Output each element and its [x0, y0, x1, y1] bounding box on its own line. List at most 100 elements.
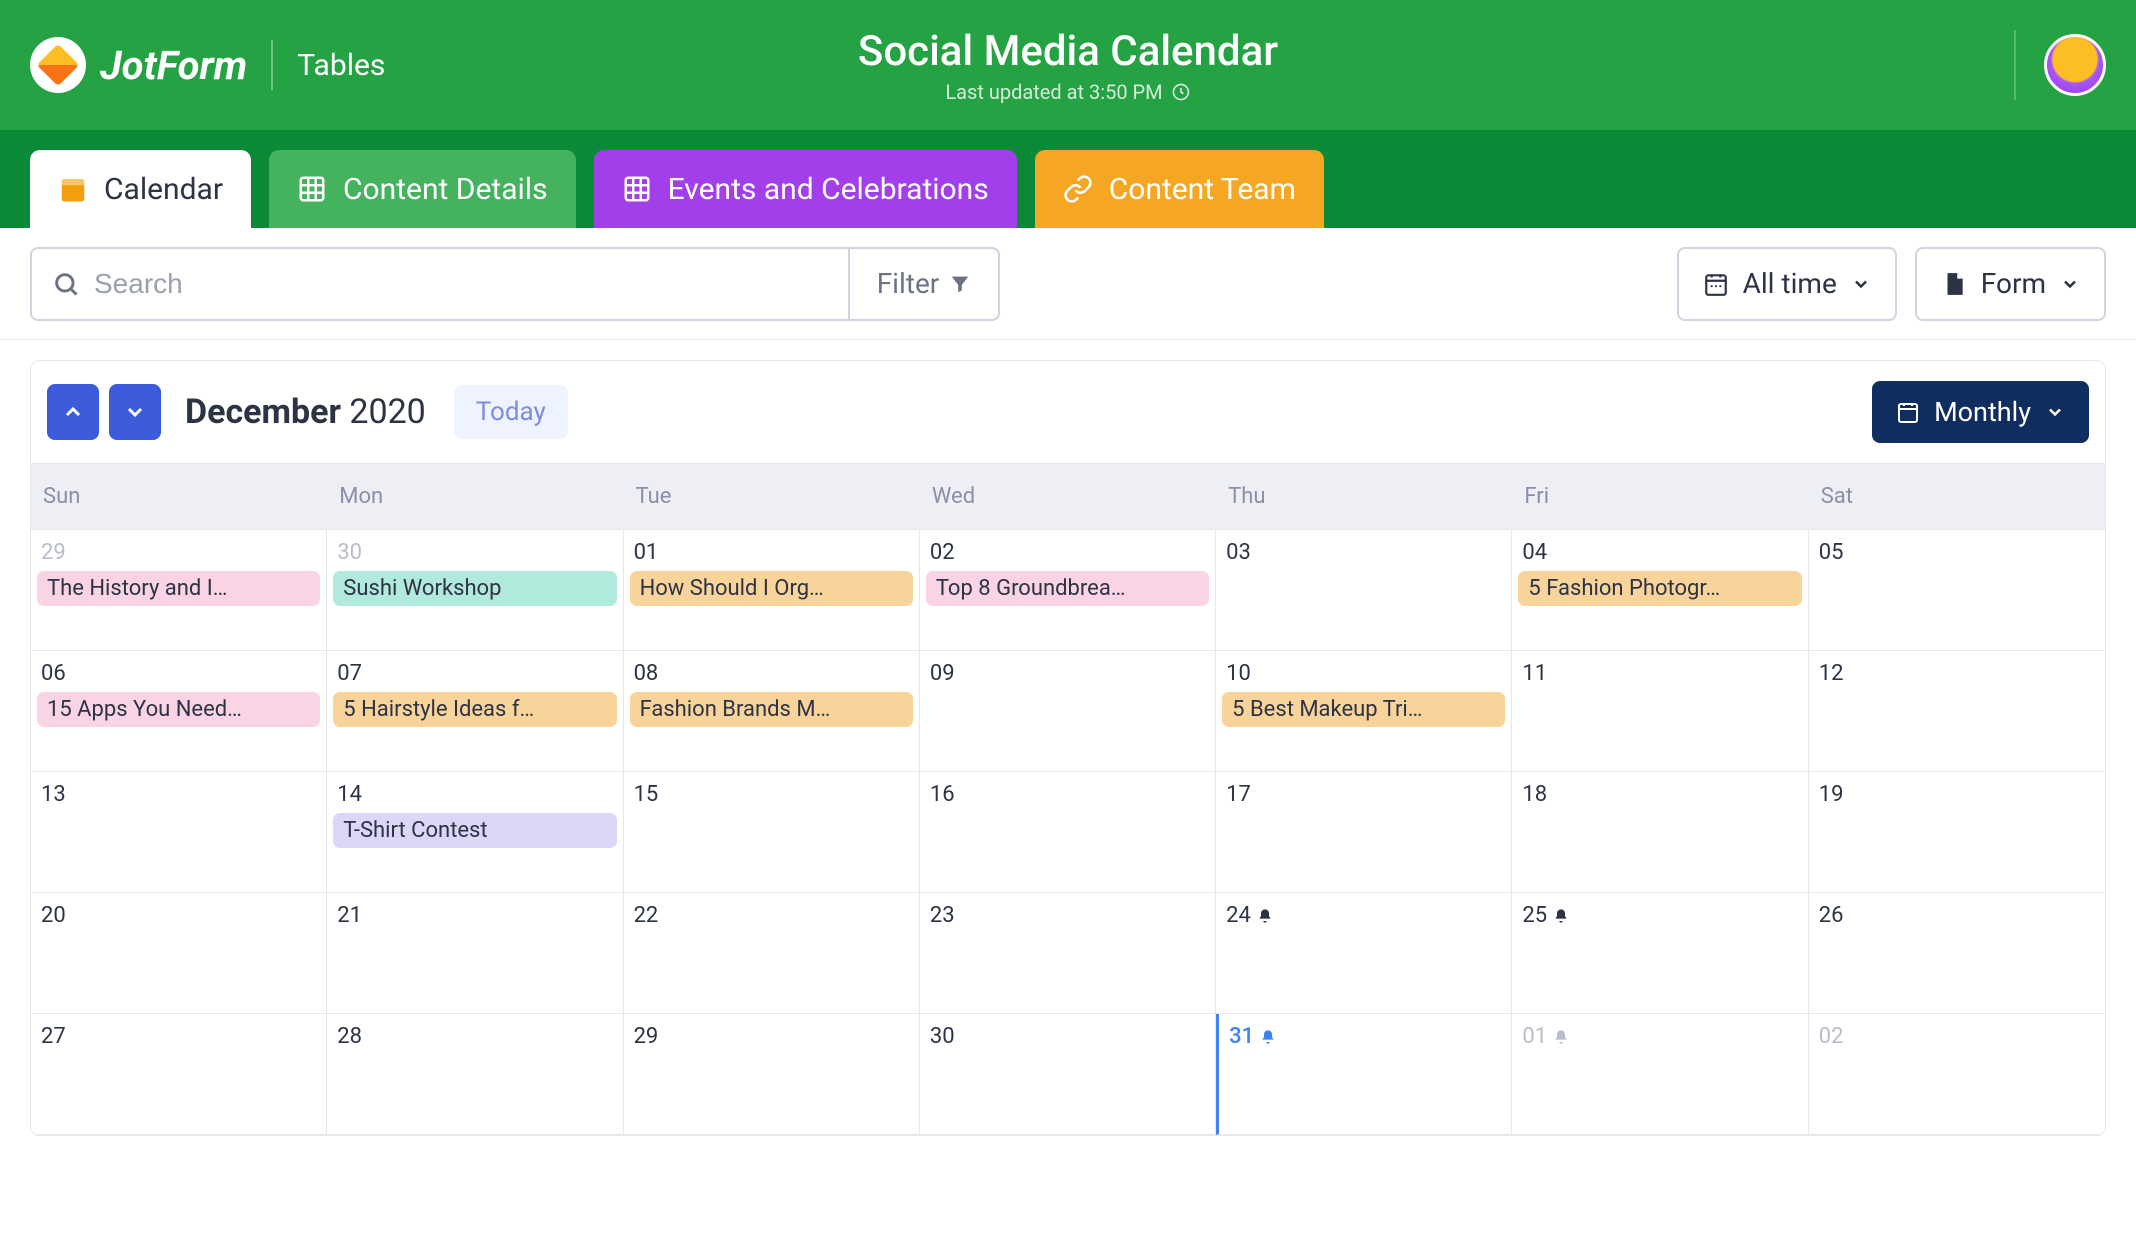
calendar-cell[interactable]: 22 — [624, 893, 920, 1014]
day-number: 09 — [926, 657, 1209, 692]
day-header: Mon — [327, 464, 623, 529]
calendar-cell[interactable]: 105 Best Makeup Tri… — [1216, 651, 1512, 772]
day-number: 20 — [37, 899, 320, 934]
calendar-cell[interactable]: 14T-Shirt Contest — [327, 772, 623, 893]
calendar-cell[interactable]: 18 — [1512, 772, 1808, 893]
calendar-cell[interactable]: 16 — [920, 772, 1216, 893]
calendar-cell[interactable]: 20 — [31, 893, 327, 1014]
day-number: 14 — [333, 778, 616, 813]
calendar-cell[interactable]: 15 — [624, 772, 920, 893]
calendar-cell[interactable]: 28 — [327, 1014, 623, 1135]
tab-calendar[interactable]: Calendar — [30, 150, 251, 228]
calendar-cell[interactable]: 21 — [327, 893, 623, 1014]
event-pill[interactable]: 5 Best Makeup Tri… — [1222, 692, 1505, 727]
day-number: 10 — [1222, 657, 1505, 692]
day-header: Sun — [31, 464, 327, 529]
prev-month-button[interactable] — [47, 384, 99, 440]
event-pill[interactable]: Top 8 Groundbrea… — [926, 571, 1209, 606]
bell-icon — [1553, 908, 1569, 924]
tab-content-team-label: Content Team — [1109, 172, 1296, 207]
event-pill[interactable]: 5 Fashion Photogr… — [1518, 571, 1801, 606]
grid-icon — [297, 174, 327, 204]
calendar-cell[interactable]: 12 — [1809, 651, 2105, 772]
calendar-cell[interactable]: 01How Should I Org… — [624, 530, 920, 651]
calendar-cell[interactable]: 0615 Apps You Need… — [31, 651, 327, 772]
tab-content-team[interactable]: Content Team — [1035, 150, 1324, 228]
calendar-cell[interactable]: 29The History and I… — [31, 530, 327, 651]
calendar-cell[interactable]: 08Fashion Brands M… — [624, 651, 920, 772]
day-number: 01 — [1518, 1020, 1801, 1055]
calendar-cell[interactable]: 05 — [1809, 530, 2105, 651]
event-pill[interactable]: 15 Apps You Need… — [37, 692, 320, 727]
tab-content-details[interactable]: Content Details — [269, 150, 576, 228]
logo-text: JotForm — [100, 42, 247, 89]
day-number: 07 — [333, 657, 616, 692]
calendar-grid-icon — [1703, 271, 1729, 297]
day-number: 15 — [630, 778, 913, 813]
calendar-cell[interactable]: 30Sushi Workshop — [327, 530, 623, 651]
calendar-cell[interactable]: 045 Fashion Photogr… — [1512, 530, 1808, 651]
day-header: Thu — [1216, 464, 1512, 529]
calendar-cell[interactable]: 13 — [31, 772, 327, 893]
calendar-cell[interactable]: 01 — [1512, 1014, 1808, 1135]
event-pill[interactable]: 5 Hairstyle Ideas f… — [333, 692, 616, 727]
calendar-cell[interactable]: 30 — [920, 1014, 1216, 1135]
day-headers: SunMonTueWedThuFriSat — [31, 463, 2105, 530]
bell-icon — [1260, 1029, 1276, 1045]
tab-events[interactable]: Events and Celebrations — [594, 150, 1017, 228]
calendar-cell[interactable]: 17 — [1216, 772, 1512, 893]
calendar-cell[interactable]: 02Top 8 Groundbrea… — [920, 530, 1216, 651]
logo[interactable]: JotForm — [30, 37, 247, 93]
day-number: 03 — [1222, 536, 1505, 571]
day-number: 29 — [37, 536, 320, 571]
calendar-cell[interactable]: 26 — [1809, 893, 2105, 1014]
calendar-cell[interactable]: 31 — [1216, 1014, 1512, 1135]
chevron-down-icon — [2045, 402, 2065, 422]
day-number: 01 — [630, 536, 913, 571]
day-number: 18 — [1518, 778, 1801, 813]
app-header: JotForm Tables Social Media Calendar Las… — [0, 0, 2136, 130]
day-number: 21 — [333, 899, 616, 934]
search-input[interactable] — [94, 268, 828, 300]
month-year: 2020 — [349, 392, 425, 432]
calendar-cell[interactable]: 11 — [1512, 651, 1808, 772]
calendar-cell[interactable]: 27 — [31, 1014, 327, 1135]
filter-button[interactable]: Filter — [850, 247, 1000, 321]
funnel-icon — [949, 273, 971, 295]
day-number: 25 — [1518, 899, 1801, 934]
breadcrumb-tables[interactable]: Tables — [297, 48, 385, 83]
search-box[interactable] — [30, 247, 850, 321]
calendar-cell[interactable]: 09 — [920, 651, 1216, 772]
all-time-button[interactable]: All time — [1677, 247, 1897, 321]
next-month-button[interactable] — [109, 384, 161, 440]
calendar-cell[interactable]: 23 — [920, 893, 1216, 1014]
calendar-cell[interactable]: 075 Hairstyle Ideas f… — [327, 651, 623, 772]
link-icon — [1063, 174, 1093, 204]
chevron-up-icon — [61, 400, 85, 424]
toolbar: Filter All time Form — [0, 228, 2136, 340]
event-pill[interactable]: The History and I… — [37, 571, 320, 606]
tab-content-details-label: Content Details — [343, 172, 548, 207]
chevron-down-icon — [2060, 274, 2080, 294]
event-pill[interactable]: Sushi Workshop — [333, 571, 616, 606]
calendar-cell[interactable]: 02 — [1809, 1014, 2105, 1135]
avatar[interactable] — [2044, 34, 2106, 96]
view-toggle[interactable]: Monthly — [1872, 381, 2089, 443]
calendar-cell[interactable]: 19 — [1809, 772, 2105, 893]
day-number: 31 — [1225, 1020, 1505, 1055]
day-number: 22 — [630, 899, 913, 934]
calendar-cell[interactable]: 24 — [1216, 893, 1512, 1014]
calendar-cell[interactable]: 25 — [1512, 893, 1808, 1014]
form-button[interactable]: Form — [1915, 247, 2106, 321]
today-button[interactable]: Today — [454, 385, 568, 439]
calendar-cell[interactable]: 29 — [624, 1014, 920, 1135]
event-pill[interactable]: How Should I Org… — [630, 571, 913, 606]
day-number: 13 — [37, 778, 320, 813]
form-label: Form — [1981, 267, 2046, 300]
event-pill[interactable]: T-Shirt Contest — [333, 813, 616, 848]
chevron-down-icon — [1851, 274, 1871, 294]
day-number: 19 — [1815, 778, 2099, 813]
bell-icon — [1257, 908, 1273, 924]
calendar-cell[interactable]: 03 — [1216, 530, 1512, 651]
event-pill[interactable]: Fashion Brands M… — [630, 692, 913, 727]
